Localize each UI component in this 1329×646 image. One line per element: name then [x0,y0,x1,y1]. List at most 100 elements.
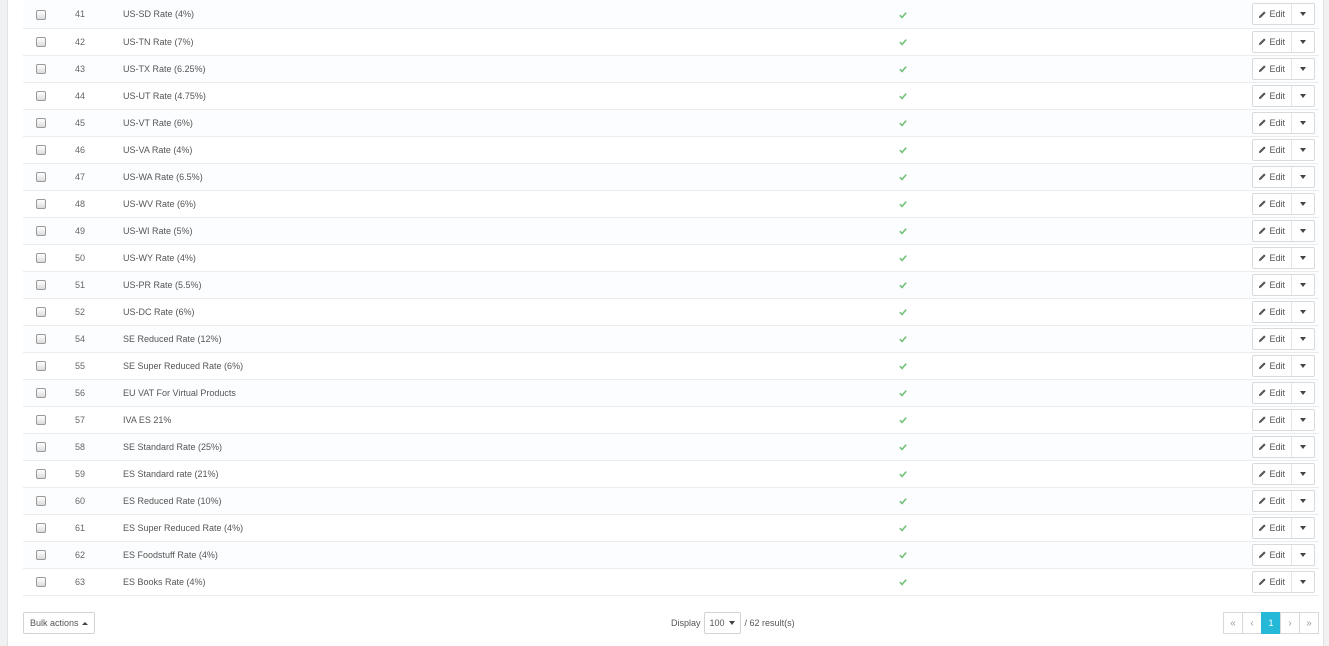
status-toggle[interactable] [899,307,907,317]
row-actions-cell: Edit [979,325,1319,352]
row-actions-dropdown[interactable] [1292,194,1314,214]
row-actions-dropdown[interactable] [1292,275,1314,295]
row-actions-dropdown[interactable] [1292,491,1314,511]
status-toggle[interactable] [899,226,907,236]
row-actions-dropdown[interactable] [1292,410,1314,430]
row-id: 47 [74,171,85,182]
row-actions-dropdown[interactable] [1292,383,1314,403]
row-actions-dropdown[interactable] [1292,329,1314,349]
row-checkbox[interactable] [36,522,46,533]
row-checkbox[interactable] [36,360,46,371]
edit-button[interactable]: Edit [1253,58,1292,79]
status-toggle[interactable] [899,388,907,398]
row-checkbox[interactable] [36,414,46,425]
edit-button[interactable]: Edit [1253,517,1292,538]
tax-rules-panel: 41 US-SD Rate (4%) Edit 42 US-TN Rate (7… [7,0,1324,646]
edit-button[interactable]: Edit [1253,274,1292,295]
edit-button[interactable]: Edit [1253,112,1292,133]
row-actions-dropdown[interactable] [1292,4,1314,24]
row-checkbox[interactable] [36,225,46,236]
row-actions-dropdown[interactable] [1292,113,1314,133]
row-checkbox[interactable] [36,198,46,209]
row-actions-dropdown[interactable] [1292,518,1314,538]
status-toggle[interactable] [899,361,907,371]
row-actions-dropdown[interactable] [1292,140,1314,160]
row-actions-dropdown[interactable] [1292,437,1314,457]
row-actions-dropdown[interactable] [1292,59,1314,79]
row-actions-dropdown[interactable] [1292,572,1314,592]
row-checkbox[interactable] [36,36,46,47]
edit-button[interactable]: Edit [1253,4,1292,25]
edit-button[interactable]: Edit [1253,544,1292,565]
status-toggle[interactable] [899,415,907,425]
row-checkbox[interactable] [36,549,46,560]
per-page-select[interactable]: 100 [703,612,741,634]
edit-button[interactable]: Edit [1253,166,1292,187]
edit-button[interactable]: Edit [1253,382,1292,403]
row-checkbox[interactable] [36,333,46,344]
edit-button[interactable]: Edit [1253,409,1292,430]
edit-button[interactable]: Edit [1253,139,1292,160]
edit-button[interactable]: Edit [1253,328,1292,349]
edit-button[interactable]: Edit [1253,490,1292,511]
row-checkbox[interactable] [36,306,46,317]
edit-button[interactable]: Edit [1253,355,1292,376]
edit-button[interactable]: Edit [1253,436,1292,457]
status-toggle[interactable] [899,9,907,19]
edit-button[interactable]: Edit [1253,463,1292,484]
row-checkbox[interactable] [36,468,46,479]
status-toggle[interactable] [899,523,907,533]
row-actions-dropdown[interactable] [1292,464,1314,484]
status-toggle[interactable] [899,145,907,155]
row-actions-dropdown[interactable] [1292,356,1314,376]
row-checkbox[interactable] [36,576,46,587]
row-checkbox[interactable] [36,9,46,20]
edit-button[interactable]: Edit [1253,301,1292,322]
row-actions-cell: Edit [979,136,1319,163]
bulk-actions-button[interactable]: Bulk actions [23,612,95,634]
row-checkbox[interactable] [36,90,46,101]
first-page-button[interactable]: « [1223,612,1243,634]
row-actions-dropdown[interactable] [1292,302,1314,322]
prev-page-button[interactable]: ‹ [1242,612,1262,634]
row-actions-dropdown[interactable] [1292,32,1314,52]
row-checkbox[interactable] [36,441,46,452]
row-checkbox[interactable] [36,117,46,128]
edit-button[interactable]: Edit [1253,193,1292,214]
status-toggle[interactable] [899,334,907,344]
edit-button[interactable]: Edit [1253,220,1292,241]
edit-button[interactable]: Edit [1253,85,1292,106]
status-toggle[interactable] [899,442,907,452]
row-actions-dropdown[interactable] [1292,86,1314,106]
status-toggle[interactable] [899,469,907,479]
status-toggle[interactable] [899,280,907,290]
status-toggle[interactable] [899,577,907,587]
last-page-button[interactable]: » [1299,612,1319,634]
row-checkbox[interactable] [36,387,46,398]
status-toggle[interactable] [899,496,907,506]
row-actions-dropdown[interactable] [1292,545,1314,565]
status-toggle[interactable] [899,550,907,560]
row-actions-dropdown[interactable] [1292,221,1314,241]
status-toggle[interactable] [899,118,907,128]
row-checkbox[interactable] [36,63,46,74]
next-page-button[interactable]: › [1280,612,1300,634]
status-toggle[interactable] [899,199,907,209]
row-checkbox[interactable] [36,279,46,290]
current-page-button[interactable]: 1 [1261,612,1281,634]
row-checkbox[interactable] [36,495,46,506]
row-checkbox[interactable] [36,144,46,155]
status-toggle[interactable] [899,64,907,74]
status-toggle[interactable] [899,37,907,47]
edit-button[interactable]: Edit [1253,31,1292,52]
row-actions-dropdown[interactable] [1292,248,1314,268]
edit-button[interactable]: Edit [1253,247,1292,268]
status-toggle[interactable] [899,91,907,101]
status-toggle[interactable] [899,172,907,182]
row-checkbox[interactable] [36,171,46,182]
status-toggle[interactable] [899,253,907,263]
row-checkbox[interactable] [36,252,46,263]
edit-button[interactable]: Edit [1253,571,1292,592]
row-actions-dropdown[interactable] [1292,167,1314,187]
edit-label: Edit [1269,333,1285,344]
